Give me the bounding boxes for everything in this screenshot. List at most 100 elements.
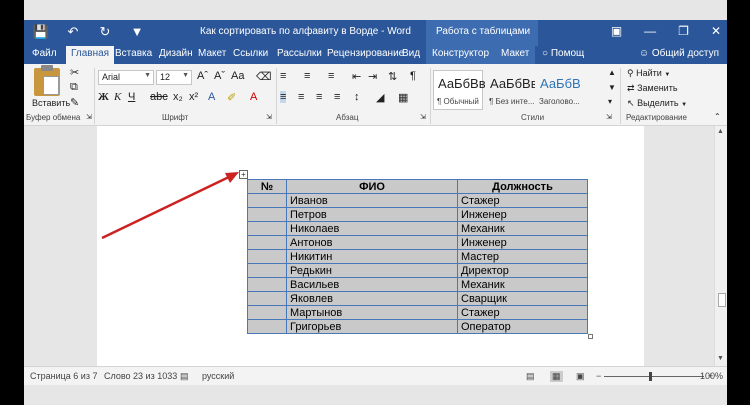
word-count[interactable]: Слово 23 из 1033 [104,371,177,381]
styles-scroll-down-icon[interactable]: ▼ [608,83,616,92]
replace-button[interactable]: ⇄ Заменить [627,83,678,94]
table-cell[interactable] [247,305,287,320]
cut-icon[interactable]: ✂ [70,66,79,79]
zoom-slider-knob[interactable] [649,372,652,381]
minimize-icon[interactable]: — [644,24,656,38]
table-cell[interactable]: Никитин [286,249,458,264]
redo-icon[interactable]: ↻ [96,24,114,40]
language[interactable]: русский [202,371,234,381]
undo-icon[interactable]: ↶ [64,24,82,40]
style-heading[interactable]: АаБбВ Заголово... [535,70,585,110]
table-cell[interactable]: Директор [457,263,588,278]
table-cell[interactable]: Оператор [457,319,588,334]
tab-layout[interactable]: Макет [198,48,226,59]
bullets-icon[interactable]: ≡ [280,70,286,82]
table-cell[interactable]: Редькин [286,263,458,278]
print-layout-icon[interactable]: ▦ [550,371,563,382]
change-case-icon[interactable]: Aa [231,70,244,82]
find-button[interactable]: ⚲ Найти ▼ [627,68,670,79]
table-cell[interactable]: Николаев [286,221,458,236]
table-cell[interactable]: Васильев [286,277,458,292]
table-cell[interactable]: Мартынов [286,305,458,320]
maximize-icon[interactable]: ❐ [678,24,689,38]
increase-indent-icon[interactable]: ⇥ [368,70,377,83]
table-cell[interactable]: Сварщик [457,291,588,306]
superscript-icon[interactable]: x² [189,91,198,103]
table-cell[interactable]: Инженер [457,235,588,250]
table-cell[interactable]: Антонов [286,235,458,250]
multilevel-list-icon[interactable]: ≡ [328,70,334,82]
grow-font-icon[interactable]: Aˆ [197,70,208,82]
header-cell-number[interactable]: № [247,179,287,194]
justify-icon[interactable]: ≡ [334,91,340,103]
table-cell[interactable]: Механик [457,277,588,292]
paragraph-launcher-icon[interactable]: ⇲ [420,113,426,121]
save-icon[interactable]: 💾 [32,24,50,40]
proofing-icon[interactable]: ▤ [180,371,189,382]
zoom-slider[interactable] [604,376,704,377]
highlight-icon[interactable]: ✐ [227,91,236,104]
tab-file[interactable]: Файл [32,48,57,59]
styles-launcher-icon[interactable]: ⇲ [606,113,612,121]
table-cell[interactable]: Яковлев [286,291,458,306]
line-spacing-icon[interactable]: ↕ [354,91,360,103]
paste-icon[interactable] [34,65,60,96]
zoom-level[interactable]: 100% [700,371,723,381]
table-cell[interactable]: Инженер [457,207,588,222]
table-cell[interactable]: Григорьев [286,319,458,334]
copy-icon[interactable]: ⧉ [70,81,78,94]
style-no-spacing[interactable]: АаБбВв ¶ Без инте... [485,70,538,110]
tab-review[interactable]: Рецензирование [327,48,404,59]
text-effects-icon[interactable]: A [208,91,215,103]
align-center-icon[interactable]: ≡ [298,91,304,103]
styles-scroll-up-icon[interactable]: ▲ [608,68,616,77]
share-button[interactable]: ☺ Общий доступ [639,48,719,59]
tab-references[interactable]: Ссылки [233,48,268,59]
table-cell[interactable]: Иванов [286,193,458,208]
styles-more-icon[interactable]: ▾ [608,97,612,106]
table-cell[interactable]: Петров [286,207,458,222]
read-mode-icon[interactable]: ▤ [526,371,535,382]
pilcrow-icon[interactable]: ¶ [410,70,416,82]
format-painter-icon[interactable]: ✎ [70,96,79,109]
tab-design[interactable]: Дизайн [159,48,193,59]
select-button[interactable]: ↖ Выделить ▼ [627,98,687,109]
document-page[interactable]: + № ФИО Должность Иванов Стажер Петров Инж… [97,126,644,366]
table-resize-handle[interactable] [588,334,593,339]
clipboard-launcher-icon[interactable]: ⇲ [86,113,92,121]
scroll-up-icon[interactable]: ▲ [717,128,724,135]
decrease-indent-icon[interactable]: ⇤ [352,70,361,83]
data-table[interactable]: № ФИО Должность Иванов Стажер Петров Инжен… [247,179,588,334]
tab-table-layout[interactable]: Макет [495,46,536,64]
align-right-icon[interactable]: ≡ [316,91,322,103]
strikethrough-icon[interactable]: abc [150,91,168,103]
tab-home[interactable]: Главная [66,46,115,64]
vertical-scrollbar[interactable]: ▲ ▼ [714,126,727,366]
ribbon-display-icon[interactable]: ▣ [611,24,622,38]
table-cell[interactable] [247,263,287,278]
table-cell[interactable]: Стажер [457,305,588,320]
sort-icon[interactable]: ⇅ [388,70,397,83]
table-cell[interactable] [247,207,287,222]
table-cell[interactable] [247,193,287,208]
bold-icon[interactable]: Ж [98,91,109,103]
shrink-font-icon[interactable]: Aˇ [214,70,225,82]
align-left-icon[interactable]: ≡ [280,91,287,103]
table-cell[interactable] [247,221,287,236]
close-icon[interactable]: ✕ [711,24,721,38]
table-cell[interactable]: Стажер [457,193,588,208]
tell-me-search[interactable]: ○ Помощ [542,48,584,59]
italic-icon[interactable]: К [114,91,121,103]
web-layout-icon[interactable]: ▣ [576,371,585,382]
tab-view[interactable]: Вид [402,48,420,59]
table-cell[interactable] [247,319,287,334]
font-launcher-icon[interactable]: ⇲ [266,113,272,121]
table-cell[interactable]: Мастер [457,249,588,264]
paste-button-label[interactable]: Вставить [32,98,70,108]
shading-icon[interactable]: ◢ [376,91,384,104]
borders-icon[interactable]: ▦ [398,91,408,104]
header-cell-name[interactable]: ФИО [286,179,458,194]
clear-format-icon[interactable]: ⌫ [256,70,272,83]
tab-insert[interactable]: Вставка [115,48,152,59]
style-normal[interactable]: АаБбВв ¶ Обычный [433,70,486,110]
